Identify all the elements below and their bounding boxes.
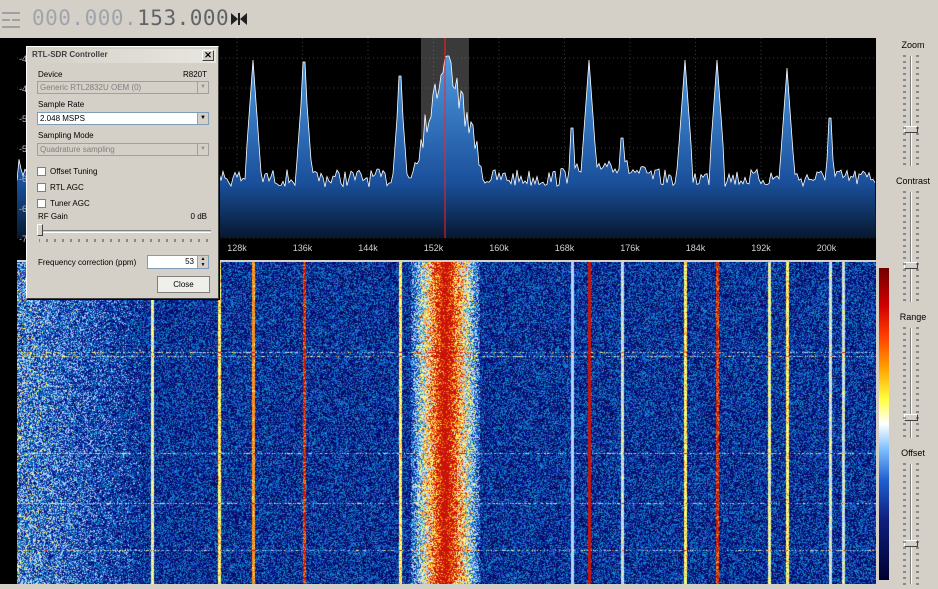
sample-rate-label: Sample Rate — [38, 100, 85, 109]
rf-gain-label: RF Gain — [38, 212, 68, 221]
spinner-arrows-icon[interactable]: ▲ ▼ — [197, 256, 208, 268]
frequency-correction-input[interactable]: 53 ▲ ▼ — [147, 255, 209, 269]
frequency-active-digits[interactable]: 153.000 — [137, 6, 229, 30]
tuner-agc-label: Tuner AGC — [50, 199, 90, 208]
frequency-tick-label: 192k — [751, 243, 771, 253]
dialog-title: RTL-SDR Controller — [32, 50, 108, 59]
frequency-tick-label: 176k — [620, 243, 640, 253]
chevron-down-icon: ▼ — [197, 82, 208, 93]
rtl-agc-checkbox[interactable] — [37, 183, 46, 192]
top-bar: 000.000.153.000 — [0, 0, 938, 38]
slider-tick-marks — [903, 55, 919, 585]
frequency-tick-label: 160k — [489, 243, 509, 253]
chevron-down-icon: ▼ — [197, 113, 208, 124]
frequency-correction-value: 53 — [185, 257, 194, 266]
frequency-tick-label: 144k — [358, 243, 378, 253]
rf-gain-slider-thumb[interactable] — [37, 224, 43, 236]
offset-tuning-label: Offset Tuning — [50, 167, 98, 176]
frequency-leading-digits[interactable]: 000.000. — [32, 6, 137, 30]
rf-gain-ticks — [39, 239, 208, 242]
sample-rate-value: 2.048 MSPS — [40, 114, 85, 123]
waterfall-color-scale — [879, 268, 889, 580]
chevron-down-icon: ▼ — [197, 144, 208, 155]
close-button[interactable]: Close — [157, 276, 210, 293]
device-label: Device — [38, 70, 63, 79]
waterfall-canvas — [17, 262, 876, 584]
left-margin — [0, 38, 17, 584]
sampling-mode-label: Sampling Mode — [38, 131, 94, 140]
tuner-type: R820T — [182, 70, 207, 79]
rf-gain-value: 0 dB — [190, 212, 207, 221]
frequency-tick-label: 152k — [423, 243, 444, 253]
drag-handle-icon[interactable] — [2, 8, 20, 30]
rtl-sdr-controller-dialog: RTL-SDR Controller ✕ Device R820T Generi… — [26, 46, 219, 299]
display-controls-panel: Zoom Contrast Range Offset — [893, 38, 938, 589]
frequency-display[interactable]: 000.000.153.000 — [32, 6, 229, 30]
close-icon[interactable]: ✕ — [202, 50, 214, 61]
frequency-correction-label: Frequency correction (ppm) — [38, 258, 137, 267]
rtl-agc-label: RTL AGC — [50, 183, 84, 192]
sampling-mode-select[interactable]: Quadrature sampling ▼ — [37, 143, 209, 156]
sample-rate-select[interactable]: 2.048 MSPS ▼ — [37, 112, 209, 125]
frequency-tick-label: 200k — [816, 243, 837, 253]
device-select-value: Generic RTL2832U OEM (0) — [40, 83, 142, 92]
frequency-tick-label: 184k — [685, 243, 706, 253]
dialog-titlebar[interactable]: RTL-SDR Controller ✕ — [29, 49, 216, 63]
frequency-tick-label: 168k — [554, 243, 575, 253]
rf-gain-slider-track[interactable] — [39, 230, 211, 233]
tuner-agc-checkbox[interactable] — [37, 199, 46, 208]
frequency-tick-label: 136k — [292, 243, 313, 253]
waterfall-display[interactable] — [17, 262, 876, 584]
offset-tuning-checkbox[interactable] — [37, 167, 46, 176]
bowtie-icon[interactable] — [230, 11, 248, 27]
sampling-mode-value: Quadrature sampling — [40, 145, 115, 154]
frequency-tick-label: 128k — [227, 243, 247, 253]
device-select[interactable]: Generic RTL2832U OEM (0) ▼ — [37, 81, 209, 94]
